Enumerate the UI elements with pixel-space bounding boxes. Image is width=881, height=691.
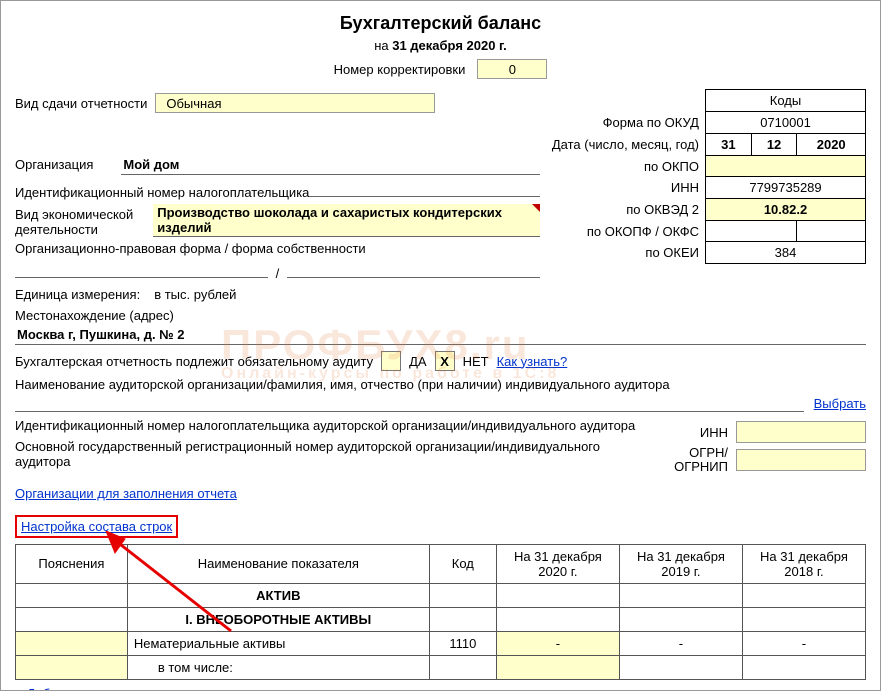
legal-form-field-1[interactable]	[15, 260, 268, 278]
activity-field[interactable]: Производство шоколада и сахаристых конди…	[153, 204, 540, 237]
okopf-label: по ОКОПФ / ОКФС	[552, 221, 706, 242]
okud-value: 0710001	[706, 112, 866, 134]
okud-label: Форма по ОКУД	[552, 112, 706, 134]
config-rows-link[interactable]: Настройка состава строк	[21, 519, 172, 534]
th-code: Код	[429, 544, 496, 583]
auditor-name-field[interactable]	[15, 394, 804, 412]
th-y1: На 31 декабря 2020 г.	[496, 544, 619, 583]
address-field[interactable]: Москва г, Пушкина, д. № 2	[15, 327, 866, 345]
codes-header: Коды	[706, 90, 866, 112]
okopf-value-2[interactable]	[797, 221, 866, 242]
th-explain: Пояснения	[16, 544, 128, 583]
date-day[interactable]: 31	[706, 134, 752, 156]
okei-label: по ОКЕИ	[552, 242, 706, 264]
correction-field[interactable]: 0	[477, 59, 547, 79]
legal-form-sep: /	[268, 266, 288, 281]
units-label: Единица измерения:	[15, 287, 140, 302]
page-title: Бухгалтерский баланс	[15, 13, 866, 34]
table-row[interactable]: Нематериальные активы 1110 - - -	[16, 631, 866, 655]
audit-yes-label: ДА	[409, 354, 426, 369]
auditor-ogrn-short: ОГРН/ ОГРНИП	[658, 446, 728, 475]
th-y2: На 31 декабря 2019 г.	[619, 544, 742, 583]
plus-icon: +	[15, 686, 23, 690]
org-label: Организация	[15, 157, 93, 172]
okpo-value[interactable]	[706, 156, 866, 177]
auditor-select-link[interactable]: Выбрать	[814, 396, 866, 411]
auditor-ogrn-label: Основной государственный регистрационный…	[15, 439, 646, 469]
okved-value[interactable]: 10.82.2	[706, 199, 866, 221]
inn-long-label: Идентификационный номер налогоплательщик…	[15, 185, 309, 200]
activity-label-2: деятельности	[15, 222, 133, 237]
date-label: Дата (число, месяц, год)	[552, 134, 706, 156]
th-name: Наименование показателя	[127, 544, 429, 583]
audit-no-checkbox[interactable]: X	[435, 351, 455, 371]
date-year[interactable]: 2020	[797, 134, 866, 156]
date-month[interactable]: 12	[751, 134, 797, 156]
submission-type-label: Вид сдачи отчетности	[15, 96, 147, 111]
submission-type-field[interactable]: Обычная	[155, 93, 435, 113]
okved-label: по ОКВЭД 2	[552, 199, 706, 221]
orgs-for-report-link[interactable]: Организации для заполнения отчета	[15, 486, 237, 501]
inn-label: ИНН	[552, 177, 706, 199]
address-label: Местонахождение (адрес)	[15, 308, 174, 323]
balance-table: Пояснения Наименование показателя Код На…	[15, 544, 866, 680]
legal-form-field-2[interactable]	[287, 260, 540, 278]
okopf-value-1[interactable]	[706, 221, 797, 242]
correction-label: Номер корректировки	[334, 62, 466, 77]
add-row-link[interactable]: Добавить строку	[27, 686, 127, 690]
section-asset: АКТИВ	[127, 583, 429, 607]
auditor-inn-label: Идентификационный номер налогоплательщик…	[15, 418, 646, 433]
audit-label: Бухгалтерская отчетность подлежит обязат…	[15, 354, 373, 369]
okei-value: 384	[706, 242, 866, 264]
page-subtitle: на 31 декабря 2020 г.	[15, 38, 866, 53]
auditor-inn-field[interactable]	[736, 421, 866, 443]
inn-value: 7799735289	[706, 177, 866, 199]
units-value: в тыс. рублей	[154, 287, 236, 302]
th-y3: На 31 декабря 2018 г.	[742, 544, 865, 583]
audit-help-link[interactable]: Как узнать?	[497, 354, 568, 369]
legal-form-label: Организационно-правовая форма / форма со…	[15, 241, 366, 256]
audit-yes-checkbox[interactable]	[381, 351, 401, 371]
auditor-ogrn-field[interactable]	[736, 449, 866, 471]
section-noncurrent: I. ВНЕОБОРОТНЫЕ АКТИВЫ	[127, 607, 429, 631]
activity-label-1: Вид экономической	[15, 207, 133, 222]
table-row[interactable]: в том числе:	[16, 655, 866, 679]
okpo-label: по ОКПО	[552, 156, 706, 177]
audit-no-label: НЕТ	[463, 354, 489, 369]
auditor-inn-short: ИНН	[658, 425, 728, 440]
auditor-name-label: Наименование аудиторской организации/фам…	[15, 377, 670, 392]
org-field[interactable]: Мой дом	[121, 157, 539, 175]
codes-table: Коды Форма по ОКУД 0710001 Дата (число, …	[552, 89, 866, 264]
